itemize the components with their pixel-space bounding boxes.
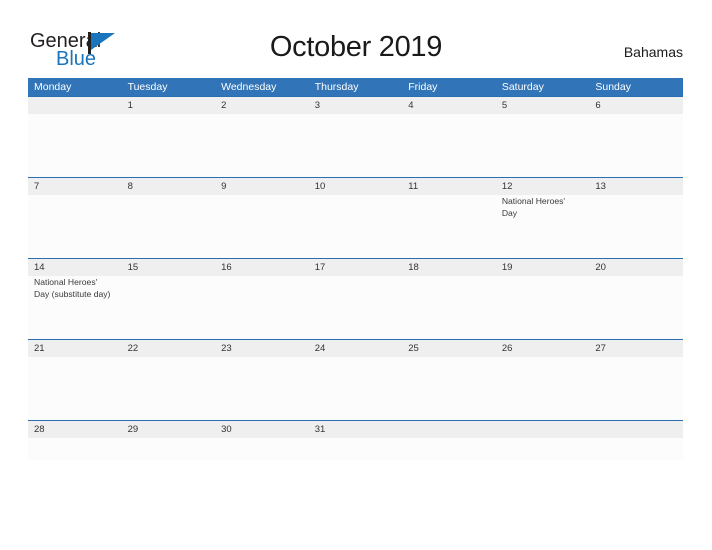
- day-number[interactable]: 5: [496, 97, 590, 114]
- day-event[interactable]: [122, 276, 216, 339]
- day-number[interactable]: [589, 421, 683, 438]
- day-event[interactable]: [309, 195, 403, 258]
- day-event[interactable]: [589, 438, 683, 501]
- day-number[interactable]: 31: [309, 421, 403, 438]
- day-event[interactable]: [215, 114, 309, 177]
- day-event[interactable]: [215, 276, 309, 339]
- day-event[interactable]: [309, 357, 403, 420]
- week-event-strip: [28, 357, 683, 420]
- day-number[interactable]: 20: [589, 259, 683, 276]
- week-event-strip: National Heroes' Day (substitute day): [28, 276, 683, 339]
- day-event[interactable]: [402, 276, 496, 339]
- day-event[interactable]: [402, 114, 496, 177]
- day-event[interactable]: [402, 357, 496, 420]
- day-event[interactable]: [589, 114, 683, 177]
- week-date-strip: 7 8 9 10 11 12 13: [28, 178, 683, 195]
- weekday-header-thursday: Thursday: [314, 81, 359, 93]
- day-number[interactable]: 4: [402, 97, 496, 114]
- day-number[interactable]: 18: [402, 259, 496, 276]
- day-event[interactable]: [496, 276, 590, 339]
- day-event[interactable]: [309, 438, 403, 501]
- day-event[interactable]: [28, 438, 122, 501]
- day-event[interactable]: [122, 195, 216, 258]
- week-event-strip: [28, 438, 683, 460]
- week-row: 1 2 3 4 5 6: [28, 96, 683, 177]
- day-event[interactable]: National Heroes' Day (substitute day): [28, 276, 122, 339]
- day-event[interactable]: [122, 114, 216, 177]
- day-event[interactable]: [496, 438, 590, 501]
- day-event[interactable]: [122, 357, 216, 420]
- day-number[interactable]: [28, 97, 122, 114]
- day-event[interactable]: [496, 357, 590, 420]
- day-event[interactable]: [215, 438, 309, 501]
- week-date-strip: 21 22 23 24 25 26 27: [28, 340, 683, 357]
- weekday-header-sunday: Sunday: [595, 81, 631, 93]
- day-event[interactable]: [28, 195, 122, 258]
- day-number[interactable]: 8: [122, 178, 216, 195]
- day-event[interactable]: [589, 276, 683, 339]
- day-number[interactable]: 24: [309, 340, 403, 357]
- calendar-grid: Monday Tuesday Wednesday Thursday Friday…: [28, 78, 683, 460]
- day-number[interactable]: 30: [215, 421, 309, 438]
- week-event-strip: National Heroes' Day: [28, 195, 683, 258]
- page-title: October 2019: [269, 31, 443, 63]
- day-number[interactable]: 2: [215, 97, 309, 114]
- weekday-header-tuesday: Tuesday: [127, 81, 168, 93]
- day-event[interactable]: [28, 357, 122, 420]
- day-number[interactable]: 13: [589, 178, 683, 195]
- day-number[interactable]: 6: [589, 97, 683, 114]
- weekday-header-saturday: Saturday: [501, 81, 544, 93]
- day-number[interactable]: 1: [122, 97, 216, 114]
- week-date-strip: 14 15 16 17 18 19 20: [28, 259, 683, 276]
- week-row: 7 8 9 10 11 12 13 National Heroes' Day: [28, 177, 683, 258]
- week-row: 14 15 16 17 18 19 20 National Heroes' Da…: [28, 258, 683, 339]
- day-number[interactable]: 26: [496, 340, 590, 357]
- week-row: 28 29 30 31: [28, 420, 683, 460]
- day-event[interactable]: [496, 114, 590, 177]
- day-event[interactable]: [589, 357, 683, 420]
- day-event[interactable]: [309, 114, 403, 177]
- weekday-header-friday: Friday: [408, 81, 438, 93]
- country-label: Bahamas: [623, 44, 683, 60]
- day-number[interactable]: 9: [215, 178, 309, 195]
- day-number[interactable]: 19: [496, 259, 590, 276]
- week-date-strip: 28 29 30 31: [28, 421, 683, 438]
- day-number[interactable]: 12: [496, 178, 590, 195]
- day-number[interactable]: 3: [309, 97, 403, 114]
- page-header: General Blue October 2019 Bahamas: [0, 0, 712, 78]
- week-date-strip: 1 2 3 4 5 6: [28, 97, 683, 114]
- weekday-header-wednesday: Wednesday: [221, 81, 277, 93]
- week-event-strip: [28, 114, 683, 177]
- day-event[interactable]: National Heroes' Day: [496, 195, 590, 258]
- day-number[interactable]: 25: [402, 340, 496, 357]
- day-number[interactable]: 7: [28, 178, 122, 195]
- day-number[interactable]: [402, 421, 496, 438]
- day-number[interactable]: [496, 421, 590, 438]
- day-number[interactable]: 17: [309, 259, 403, 276]
- day-event[interactable]: [122, 438, 216, 501]
- day-event[interactable]: [402, 438, 496, 501]
- day-number[interactable]: 22: [122, 340, 216, 357]
- day-event[interactable]: [309, 276, 403, 339]
- day-number[interactable]: 16: [215, 259, 309, 276]
- day-number[interactable]: 21: [28, 340, 122, 357]
- day-event[interactable]: [28, 114, 122, 177]
- weekday-header-row: Monday Tuesday Wednesday Thursday Friday…: [28, 78, 683, 96]
- day-event[interactable]: [589, 195, 683, 258]
- day-event[interactable]: [215, 357, 309, 420]
- day-event[interactable]: [402, 195, 496, 258]
- day-number[interactable]: 10: [309, 178, 403, 195]
- day-event[interactable]: [215, 195, 309, 258]
- day-number[interactable]: 27: [589, 340, 683, 357]
- day-number[interactable]: 28: [28, 421, 122, 438]
- week-row: 21 22 23 24 25 26 27: [28, 339, 683, 420]
- weekday-header-monday: Monday: [34, 81, 72, 93]
- day-number[interactable]: 23: [215, 340, 309, 357]
- day-number[interactable]: 29: [122, 421, 216, 438]
- day-number[interactable]: 15: [122, 259, 216, 276]
- day-number[interactable]: 14: [28, 259, 122, 276]
- day-number[interactable]: 11: [402, 178, 496, 195]
- calendar-page: General Blue October 2019 Bahamas Monday…: [0, 0, 712, 550]
